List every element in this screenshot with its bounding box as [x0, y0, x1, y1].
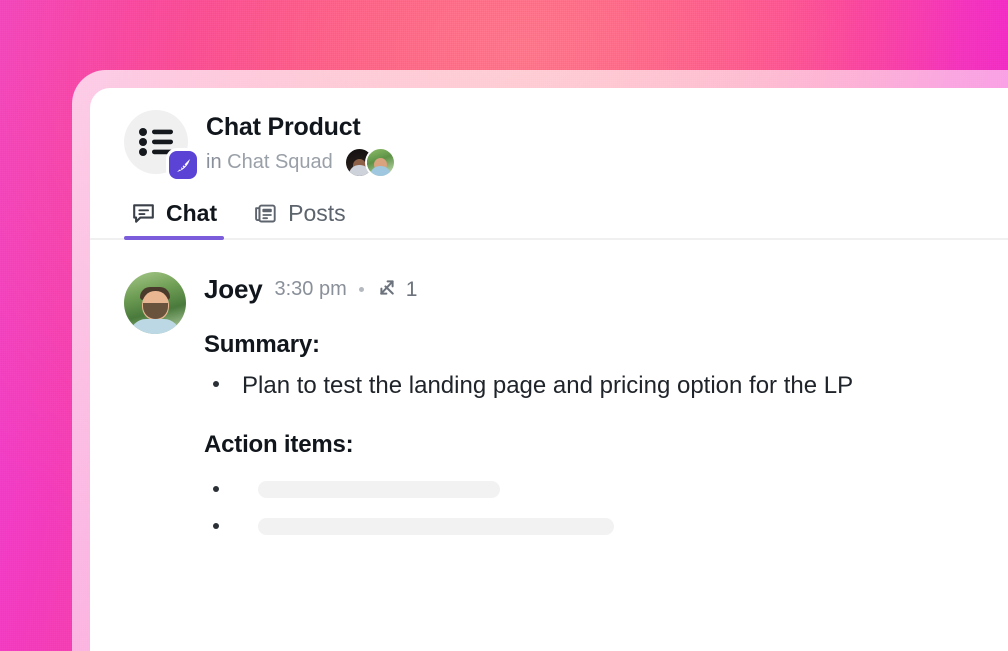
thread-arrows-icon	[376, 276, 399, 304]
list-item	[204, 471, 853, 508]
bullet-dot-icon	[213, 381, 219, 387]
summary-bullet-text: Plan to test the landing page and pricin…	[242, 372, 854, 399]
chat-bubble-icon	[131, 201, 156, 226]
meta-separator-dot	[358, 287, 364, 292]
tab-chat[interactable]: Chat	[124, 200, 225, 240]
avatar-shirt	[130, 319, 180, 334]
channel-header: Chat Product in Chat Squad	[90, 88, 1008, 179]
summary-heading: Summary:	[204, 331, 320, 358]
list-item	[204, 508, 853, 545]
summary-bullet-list: Plan to test the landing page and pricin…	[204, 367, 853, 405]
channel-context: in Chat Squad	[206, 151, 333, 174]
message-meta: Joey 3:30 pm 1	[204, 274, 853, 305]
page-title: Chat Product	[206, 113, 361, 141]
channel-avatar[interactable]	[124, 110, 197, 179]
bullet-list-icon	[139, 128, 173, 156]
member-avatar-stack[interactable]	[345, 149, 394, 176]
action-items-skeleton-list	[204, 471, 853, 545]
newspaper-icon	[253, 201, 278, 226]
context-prefix: in	[206, 151, 222, 173]
message-timestamp: 3:30 pm	[274, 278, 347, 300]
tab-posts-label: Posts	[288, 200, 346, 226]
tab-posts[interactable]: Posts	[246, 200, 353, 240]
context-name[interactable]: Chat Squad	[227, 151, 333, 173]
bullet-dot-icon	[213, 523, 219, 530]
skeleton-placeholder-bar	[258, 480, 500, 498]
tab-chat-label: Chat	[166, 200, 218, 226]
channel-header-text: Chat Product in Chat Squad	[206, 110, 394, 176]
message-body: Joey 3:30 pm 1 Summary: Plan to test the…	[204, 272, 853, 545]
skeleton-placeholder-bar	[258, 517, 614, 535]
thread-count: 1	[405, 277, 418, 301]
tab-bar: Chat Posts	[90, 200, 1008, 240]
pizza-signal-app-icon	[169, 151, 197, 179]
thread-reply-indicator[interactable]: 1	[376, 276, 418, 304]
bullet-dot-icon	[213, 486, 219, 493]
app-card: Chat Product in Chat Squad Chat Posts Jo…	[90, 88, 1008, 651]
avatar-joey[interactable]	[124, 272, 186, 334]
list-item: Plan to test the landing page and pricin…	[204, 367, 853, 405]
app-card-frame: Chat Product in Chat Squad Chat Posts Jo…	[72, 70, 1008, 651]
channel-subline: in Chat Squad	[206, 149, 394, 176]
message-item: Joey 3:30 pm 1 Summary: Plan to test the…	[90, 240, 1008, 545]
message-author[interactable]: Joey	[204, 274, 263, 305]
avatar-member-2[interactable]	[366, 149, 394, 176]
action-items-heading: Action items:	[204, 430, 354, 458]
